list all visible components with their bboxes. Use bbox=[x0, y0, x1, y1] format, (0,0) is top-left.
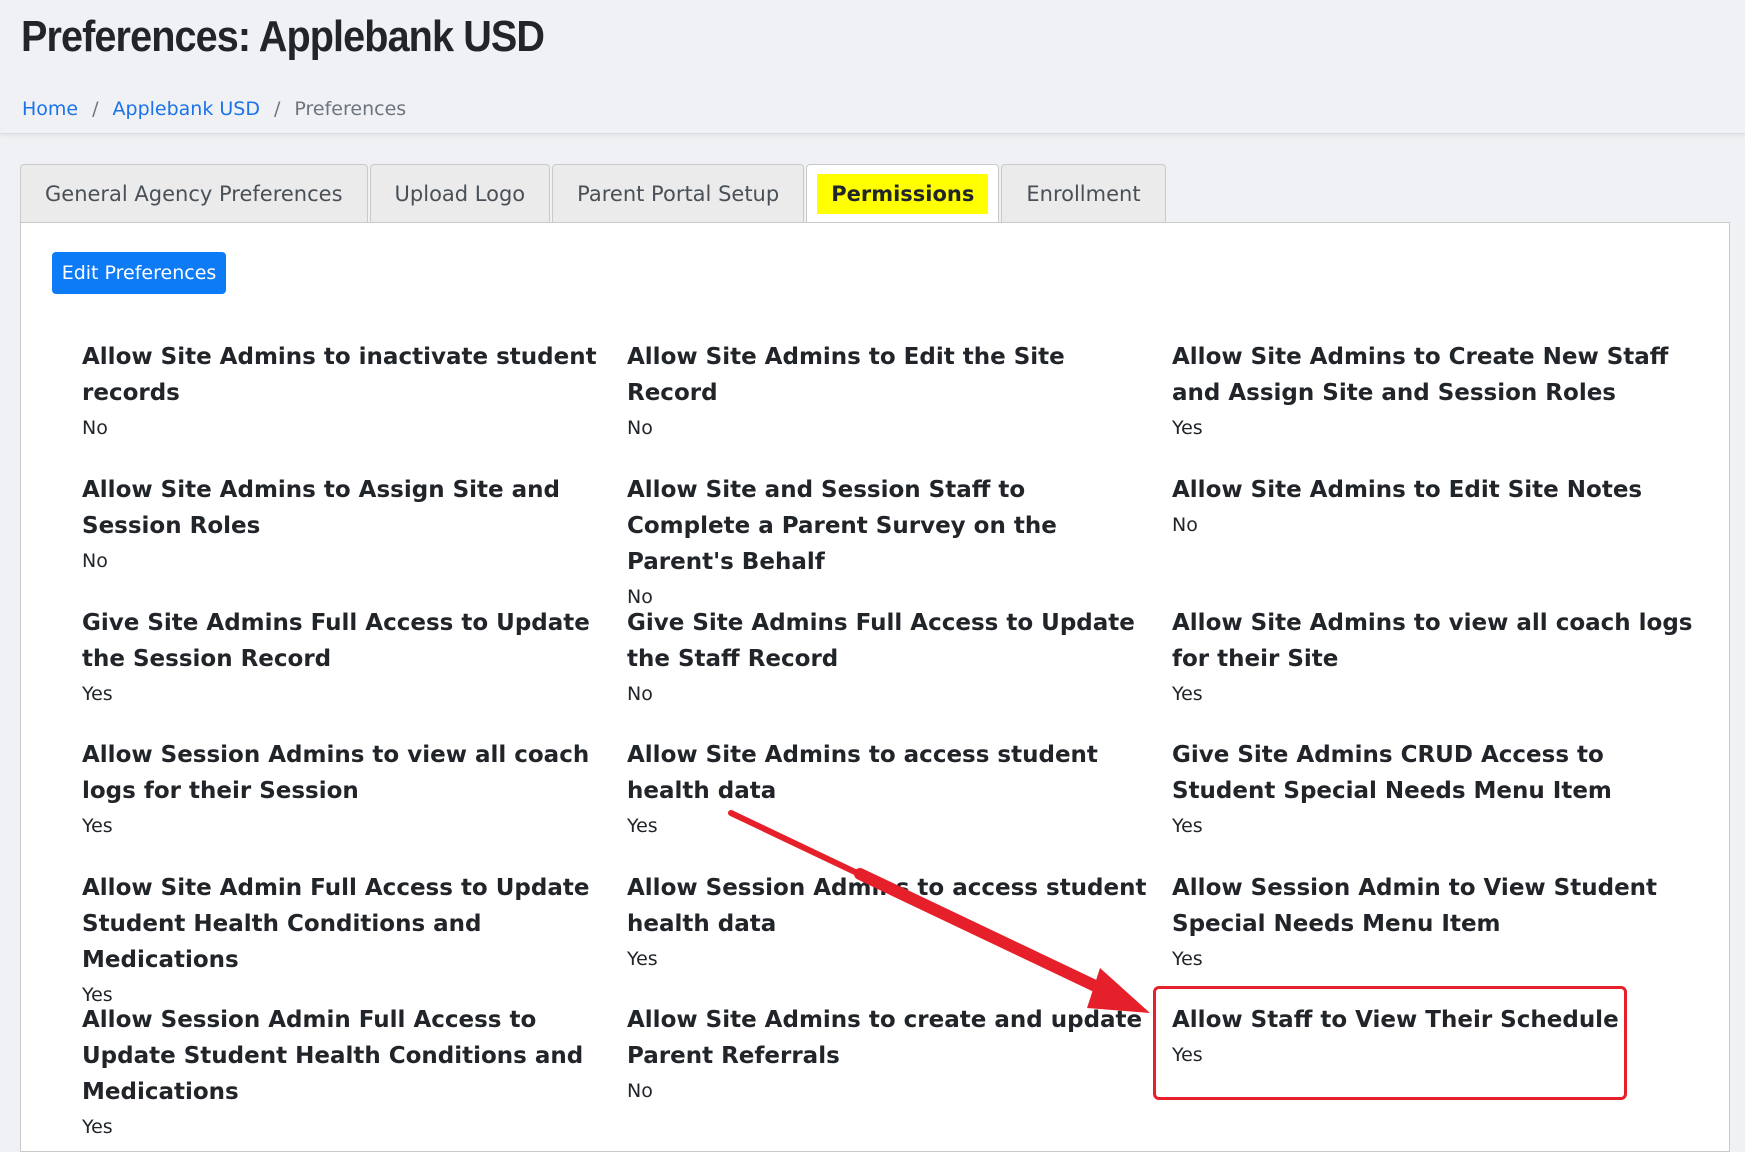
preference-value: No bbox=[627, 417, 653, 439]
page-title: Preferences: Applebank USD bbox=[21, 12, 545, 61]
breadcrumb-current: Preferences bbox=[294, 98, 407, 120]
preference-label: Allow Staff to View Their Schedule bbox=[1172, 1007, 1619, 1033]
preference-label: Allow Site Admins to Edit the Site Recor… bbox=[627, 344, 1065, 406]
tab-label: Parent Portal Setup bbox=[577, 182, 780, 206]
preference-item: Allow Site Admins to access student heal… bbox=[627, 737, 1172, 870]
preference-value: Yes bbox=[1172, 683, 1203, 705]
permissions-panel: Edit Preferences Allow Site Admins to in… bbox=[20, 222, 1730, 1152]
preference-label: Give Site Admins CRUD Access to Student … bbox=[1172, 742, 1612, 804]
preference-label: Allow Site and Session Staff to Complete… bbox=[627, 477, 1057, 575]
preference-item-staff-schedule: Allow Staff to View Their Schedule Yes bbox=[1172, 1002, 1717, 1135]
preference-label: Allow Session Admin Full Access to Updat… bbox=[82, 1007, 584, 1105]
tab-label: General Agency Preferences bbox=[45, 182, 343, 206]
preference-label: Give Site Admins Full Access to Update t… bbox=[627, 610, 1135, 672]
breadcrumb-separator: / bbox=[274, 98, 281, 120]
preference-value: Yes bbox=[1172, 1044, 1203, 1066]
preference-label: Allow Site Admins to create and update P… bbox=[627, 1007, 1143, 1069]
preference-label: Allow Site Admins to Create New Staff an… bbox=[1172, 344, 1669, 406]
preference-label: Allow Site Admins to Edit Site Notes bbox=[1172, 477, 1643, 503]
preference-value: No bbox=[627, 683, 653, 705]
tab-enrollment[interactable]: Enrollment bbox=[1001, 164, 1166, 223]
preference-label: Give Site Admins Full Access to Update t… bbox=[82, 610, 590, 672]
preference-label: Allow Site Admins to access student heal… bbox=[627, 742, 1098, 804]
breadcrumb: Home / Applebank USD / Preferences bbox=[22, 98, 406, 120]
breadcrumb-home-link[interactable]: Home bbox=[22, 98, 78, 120]
preferences-grid: Allow Site Admins to inactivate student … bbox=[82, 339, 1717, 1138]
preference-item: Allow Site Admins to Edit Site Notes No bbox=[1172, 472, 1717, 605]
preference-value: Yes bbox=[82, 683, 113, 705]
preference-item: Allow Site Admins to Create New Staff an… bbox=[1172, 339, 1717, 472]
preference-value: Yes bbox=[1172, 815, 1203, 837]
tab-permissions[interactable]: Permissions bbox=[806, 164, 1000, 223]
tab-general-agency-preferences[interactable]: General Agency Preferences bbox=[20, 164, 368, 223]
preference-item: Allow Site Admin Full Access to Update S… bbox=[82, 870, 627, 1006]
preference-item: Allow Site Admins to Assign Site and Ses… bbox=[82, 472, 627, 605]
preference-value: No bbox=[82, 550, 108, 572]
preference-value: Yes bbox=[1172, 948, 1203, 970]
preference-item: Allow Site and Session Staff to Complete… bbox=[627, 472, 1172, 608]
preferences-tabs: General Agency Preferences Upload Logo P… bbox=[20, 164, 1168, 223]
breadcrumb-separator: / bbox=[92, 98, 99, 120]
preference-item: Allow Session Admin to View Student Spec… bbox=[1172, 870, 1717, 1002]
tab-upload-logo[interactable]: Upload Logo bbox=[369, 164, 551, 223]
tab-label: Upload Logo bbox=[394, 182, 526, 206]
preference-item: Allow Session Admins to access student h… bbox=[627, 870, 1172, 1002]
preference-label: Allow Site Admins to inactivate student … bbox=[82, 344, 597, 406]
preference-value: Yes bbox=[627, 815, 658, 837]
preference-item: Allow Site Admins to Edit the Site Recor… bbox=[627, 339, 1172, 472]
preference-label: Allow Site Admins to view all coach logs… bbox=[1172, 610, 1693, 672]
preference-item: Give Site Admins Full Access to Update t… bbox=[82, 605, 627, 737]
breadcrumb-agency-link[interactable]: Applebank USD bbox=[113, 98, 260, 120]
preference-value: No bbox=[627, 1080, 653, 1102]
edit-preferences-button[interactable]: Edit Preferences bbox=[52, 252, 226, 294]
preference-value: Yes bbox=[1172, 417, 1203, 439]
preference-item: Allow Session Admin Full Access to Updat… bbox=[82, 1002, 627, 1138]
preference-value: No bbox=[82, 417, 108, 439]
preference-item: Allow Site Admins to view all coach logs… bbox=[1172, 605, 1717, 737]
preference-item: Allow Session Admins to view all coach l… bbox=[82, 737, 627, 870]
preference-item: Give Site Admins Full Access to Update t… bbox=[627, 605, 1172, 737]
preference-label: Allow Session Admins to view all coach l… bbox=[82, 742, 590, 804]
preference-item: Allow Site Admins to inactivate student … bbox=[82, 339, 627, 472]
preference-item: Give Site Admins CRUD Access to Student … bbox=[1172, 737, 1717, 870]
preference-label: Allow Session Admin to View Student Spec… bbox=[1172, 875, 1658, 937]
preference-value: Yes bbox=[82, 1116, 113, 1138]
preference-value: Yes bbox=[82, 815, 113, 837]
preference-label: Allow Site Admins to Assign Site and Ses… bbox=[82, 477, 560, 539]
tab-label: Permissions bbox=[817, 174, 989, 214]
preference-label: Allow Session Admins to access student h… bbox=[627, 875, 1147, 937]
page-header: Preferences: Applebank USD Home / Appleb… bbox=[0, 0, 1745, 134]
preference-item: Allow Site Admins to create and update P… bbox=[627, 1002, 1172, 1135]
preference-label: Allow Site Admin Full Access to Update S… bbox=[82, 875, 590, 973]
preference-value: Yes bbox=[627, 948, 658, 970]
preference-value: No bbox=[1172, 514, 1198, 536]
tab-parent-portal-setup[interactable]: Parent Portal Setup bbox=[552, 164, 805, 223]
tab-label: Enrollment bbox=[1026, 182, 1141, 206]
